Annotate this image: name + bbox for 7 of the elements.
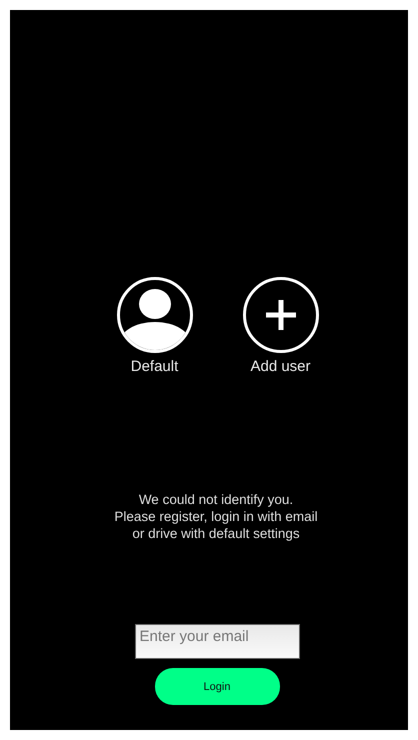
login-button[interactable]: Login	[154, 668, 280, 705]
email-field[interactable]: Enter your email	[134, 624, 300, 659]
profile-label[interactable]: Default	[130, 358, 178, 375]
add-user-icon[interactable]	[242, 276, 320, 354]
user-avatar-icon[interactable]	[116, 276, 194, 354]
info-message: We could not identify you. Please register, login in with email or drive with default settings	[114, 491, 318, 542]
profile-label[interactable]: Add user	[250, 358, 311, 375]
